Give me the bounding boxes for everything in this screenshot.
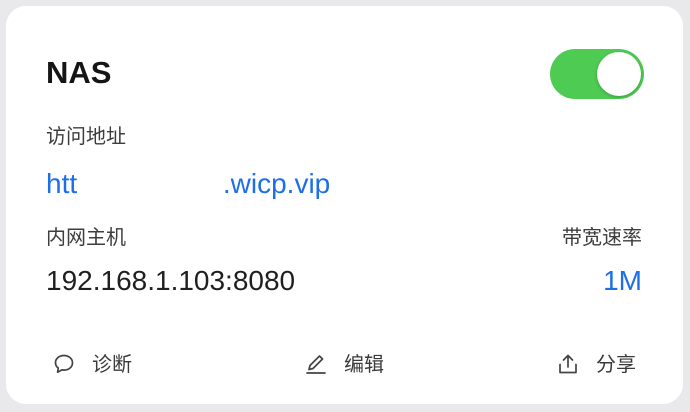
bandwidth-label: 带宽速率	[562, 225, 642, 249]
enable-toggle[interactable]	[550, 49, 644, 99]
edit-button[interactable]: 编辑	[304, 350, 384, 378]
card-title: NAS	[46, 55, 112, 90]
diagnose-button[interactable]: 诊断	[52, 350, 132, 378]
toggle-knob	[597, 52, 641, 96]
lan-host-value: 192.168.1.103:8080	[46, 265, 296, 296]
lan-host-label: 内网主机	[46, 225, 126, 249]
pencil-icon	[304, 352, 328, 376]
share-label: 分享	[596, 352, 636, 376]
bandwidth-value: 1M	[603, 265, 642, 296]
share-upload-icon	[556, 352, 580, 376]
share-button[interactable]: 分享	[556, 350, 636, 378]
edit-label: 编辑	[344, 352, 384, 376]
diagnose-label: 诊断	[92, 352, 132, 376]
access-address-link[interactable]: htt .wicp.vip	[46, 168, 330, 200]
chat-bubble-icon	[52, 352, 76, 376]
nas-mapping-card: NAS 访问地址 htt .wicp.vip 内网主机 带宽速率 192.168…	[6, 6, 683, 404]
access-address-label: 访问地址	[46, 124, 126, 148]
